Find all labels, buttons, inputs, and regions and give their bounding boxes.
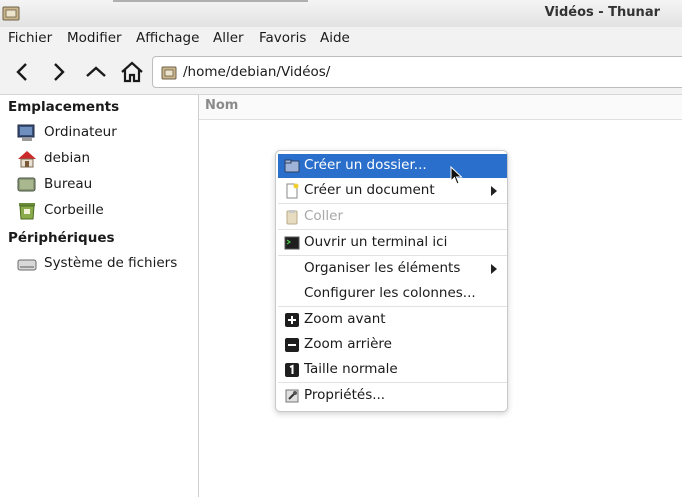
sidebar-item-ordinateur[interactable]: Ordinateur (16, 122, 192, 144)
drive-icon (17, 259, 37, 271)
menu-item-ouvrir-terminal[interactable]: Ouvrir un terminal ici (278, 231, 507, 255)
sidebar-item-systeme-de-fichiers[interactable]: Système de fichiers (16, 253, 192, 275)
column-header-nom[interactable]: Nom (199, 95, 682, 120)
menu-modifier[interactable]: Modifier (67, 30, 122, 46)
menu-item-proprietes[interactable]: Propriétés... (278, 384, 507, 408)
menu-affichage[interactable]: Affichage (136, 30, 199, 46)
mouse-cursor-icon (450, 166, 463, 185)
home-button[interactable] (119, 59, 145, 85)
places-heading: Emplacements (8, 99, 120, 115)
menu-item-label: Organiser les éléments (304, 260, 461, 276)
menu-item-label: Créer un document (304, 182, 435, 198)
menu-item-zoom-arriere[interactable]: Zoom arrière (278, 333, 507, 357)
forward-button[interactable] (45, 59, 71, 85)
menu-item-label: Zoom avant (304, 311, 386, 327)
menu-item-zoom-avant[interactable]: Zoom avant (278, 308, 507, 332)
title-accent (113, 0, 308, 2)
menu-item-label: Taille normale (304, 361, 398, 377)
sidebar-item-label: Ordinateur (44, 124, 117, 140)
menu-item-taille-normale[interactable]: Taille normale (278, 358, 507, 382)
menu-item-label: Configurer les colonnes... (304, 285, 476, 301)
column-header-label: Nom (205, 98, 239, 113)
devices-heading: Périphériques (8, 230, 115, 246)
folder-icon (2, 6, 20, 21)
sidebar-item-label: Corbeille (44, 202, 104, 218)
menu-aller[interactable]: Aller (213, 30, 244, 46)
menu-separator (278, 382, 507, 383)
menu-item-organiser[interactable]: Organiser les éléments (278, 257, 507, 281)
folder-icon (161, 66, 177, 80)
trash-icon (19, 203, 35, 220)
menu-bar: Fichier Modifier Affichage Aller Favoris… (0, 27, 682, 51)
location-path: /home/debian/Vidéos/ (183, 64, 331, 80)
menu-separator (278, 229, 507, 230)
sidebar-item-corbeille[interactable]: Corbeille (16, 200, 192, 222)
context-menu: Créer un dossier... Créer un document Co… (275, 150, 508, 412)
paste-icon (286, 210, 298, 225)
sidebar-item-label: Système de fichiers (44, 255, 178, 271)
menu-item-label: Propriétés... (304, 387, 386, 403)
menu-separator (278, 203, 507, 204)
menu-separator (278, 255, 507, 256)
menu-aide[interactable]: Aide (320, 30, 350, 46)
submenu-arrow-icon (491, 264, 497, 274)
title-bar: Vidéos - Thunar (0, 0, 682, 28)
properties-icon (285, 389, 299, 403)
menu-item-configurer-colonnes[interactable]: Configurer les colonnes... (278, 282, 507, 306)
back-button[interactable] (10, 59, 36, 85)
computer-icon (17, 124, 35, 141)
menu-item-label: Coller (304, 208, 344, 224)
menu-item-label: Zoom arrière (304, 336, 392, 352)
sidebar-item-debian[interactable]: debian (16, 148, 192, 170)
menu-item-creer-document[interactable]: Créer un document (278, 179, 507, 203)
new-document-icon (286, 183, 299, 199)
menu-item-label: Ouvrir un terminal ici (304, 234, 448, 250)
zoom-out-icon (285, 338, 299, 352)
new-folder-icon (284, 159, 300, 173)
sidebar-item-label: debian (44, 150, 91, 166)
desktop-icon (17, 177, 36, 192)
menu-item-coller: Coller (278, 205, 507, 229)
sidebar-item-label: Bureau (44, 176, 93, 192)
zoom-in-icon (285, 313, 299, 327)
sidebar-item-bureau[interactable]: Bureau (16, 174, 192, 196)
menu-fichier[interactable]: Fichier (8, 30, 52, 46)
terminal-icon (284, 236, 300, 250)
home-icon (18, 151, 36, 168)
location-bar[interactable]: /home/debian/Vidéos/ (152, 56, 682, 88)
menu-item-creer-dossier[interactable]: Créer un dossier... (278, 154, 507, 178)
zoom-normal-icon (285, 363, 299, 377)
window-title: Vidéos - Thunar (544, 5, 660, 20)
sidebar: Emplacements Ordinateur debian Bureau Co… (0, 95, 199, 497)
submenu-arrow-icon (491, 186, 497, 196)
menu-item-label: Créer un dossier... (304, 157, 427, 173)
menu-favoris[interactable]: Favoris (259, 30, 306, 46)
up-button[interactable] (83, 59, 109, 85)
menu-separator (278, 306, 507, 307)
